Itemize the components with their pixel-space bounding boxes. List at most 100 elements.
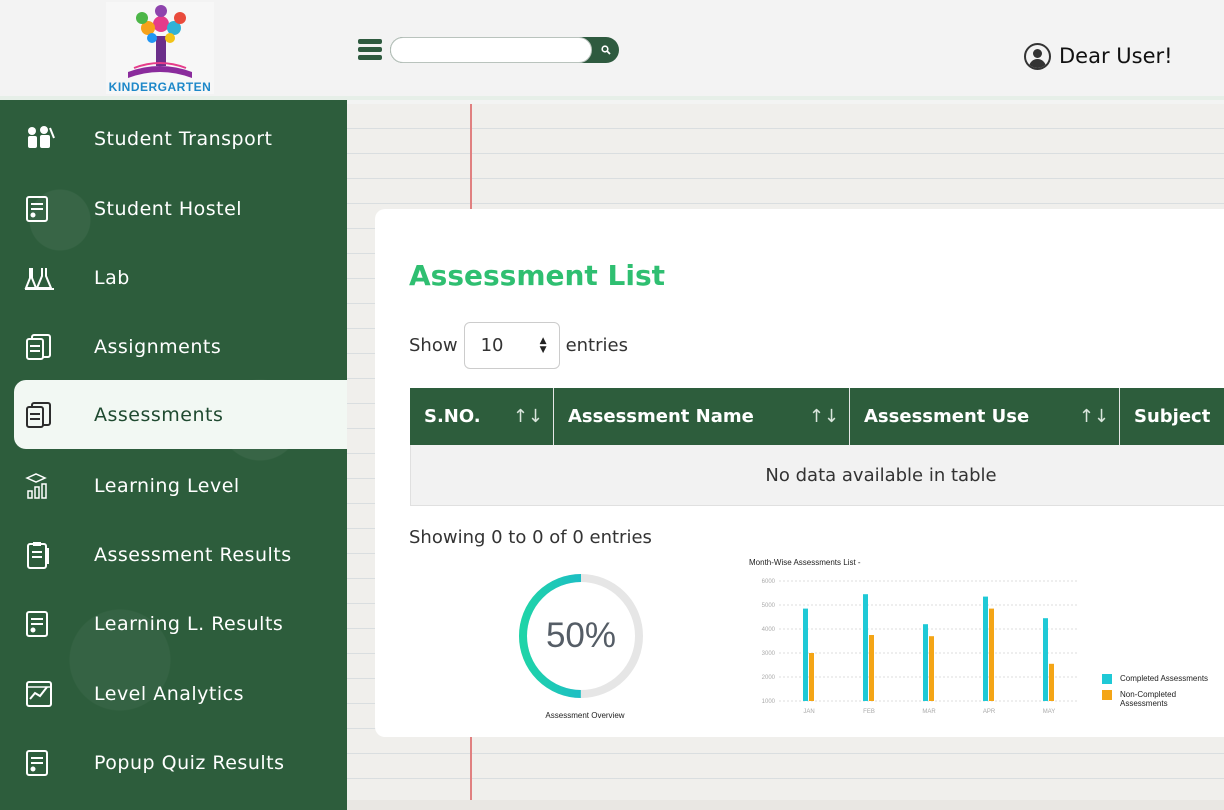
donut-value: 50%	[545, 616, 617, 655]
kindergarten-logo[interactable]: KINDERGARTEN	[106, 2, 214, 94]
table-info: Showing 0 to 0 of 0 entries	[409, 527, 652, 548]
bus-children-icon	[24, 123, 74, 155]
assignment-pages-icon	[24, 331, 74, 363]
flask-icon	[24, 262, 74, 294]
chart-legend: Completed Assessments Non-Completed Asse…	[1102, 674, 1222, 714]
bar-non-completed[interactable]	[869, 635, 874, 701]
assessment-card: Assessment List Show 10 ▲ ▼ entries S.NO.…	[375, 209, 1224, 737]
bar-completed[interactable]	[1043, 618, 1048, 701]
sidebar-item-label: Lab	[94, 266, 130, 289]
hostel-document-icon	[24, 193, 74, 225]
bottom-strip	[347, 800, 1224, 810]
legend-item-completed: Completed Assessments	[1102, 674, 1222, 684]
clipboard-results-icon	[24, 539, 74, 571]
logo-text: KINDERGARTEN	[108, 80, 212, 94]
entries-value: 10	[480, 334, 504, 356]
bar-completed[interactable]	[803, 608, 808, 701]
graduation-chart-icon	[24, 470, 74, 502]
y-tick-label: 1000	[762, 699, 776, 705]
x-tick-label: APR	[983, 709, 996, 715]
donut-caption: Assessment Overview	[545, 711, 625, 720]
sort-icon: ↑↓	[1078, 406, 1109, 427]
column-header-assessment-name[interactable]: Assessment Name ↑↓	[554, 388, 850, 445]
month-wise-bar-chart: 1000 2000 3000 4000 5000 6000 JAN FEB MAR APR MAY	[762, 579, 1079, 715]
bar-completed[interactable]	[863, 594, 868, 701]
tree-logo-icon	[128, 5, 192, 78]
analytics-chart-icon	[24, 678, 74, 710]
legend-label: Completed Assessments	[1120, 674, 1209, 683]
quiz-document-icon	[24, 747, 74, 779]
assessment-overview-donut: 50%	[516, 571, 646, 701]
legend-swatch	[1102, 690, 1112, 700]
sidebar-item-assessment-results[interactable]: Assessment Results	[14, 520, 347, 589]
table-header: S.NO. ↑↓ Assessment Name ↑↓ Assessment U…	[410, 388, 1224, 445]
y-tick-label: 4000	[762, 627, 776, 633]
column-label: Assessment Use	[864, 406, 1030, 427]
assessment-table: S.NO. ↑↓ Assessment Name ↑↓ Assessment U…	[410, 388, 1224, 506]
show-label: Show	[409, 334, 458, 356]
column-label: Subject	[1134, 406, 1211, 427]
bar-non-completed[interactable]	[809, 653, 814, 701]
sidebar-item-lab[interactable]: Lab	[14, 243, 347, 312]
chart-title: Month-Wise Assessments List -	[749, 558, 861, 567]
entries-control: Show 10 ▲ ▼ entries	[409, 321, 628, 369]
search-input[interactable]	[390, 37, 592, 63]
hamburger-icon[interactable]	[358, 39, 382, 61]
search-bar	[390, 37, 619, 63]
legend-swatch	[1102, 674, 1112, 684]
user-circle-icon	[1024, 42, 1051, 70]
column-header-subject[interactable]: Subject	[1120, 388, 1224, 445]
sidebar-item-label: Assessments	[94, 403, 224, 426]
sidebar-item-label: Assessment Results	[94, 543, 292, 566]
table-empty-row: No data available in table	[410, 445, 1224, 506]
user-name: Dear User!	[1059, 44, 1173, 68]
y-tick-label: 3000	[762, 651, 776, 657]
sidebar-item-assessments[interactable]: Assessments	[14, 380, 347, 449]
sidebar-item-student-hostel[interactable]: Student Hostel	[14, 174, 347, 243]
bar-completed[interactable]	[983, 596, 988, 701]
bar-completed[interactable]	[923, 624, 928, 701]
sidebar-item-label: Learning L. Results	[94, 612, 284, 635]
legend-label: Non-Completed Assessments	[1120, 690, 1177, 708]
y-tick-label: 2000	[762, 675, 776, 681]
column-header-sno[interactable]: S.NO. ↑↓	[410, 388, 554, 445]
entries-select[interactable]: 10 ▲ ▼	[463, 321, 560, 369]
top-bar: KINDERGARTEN Dear User!	[0, 0, 1224, 100]
sidebar-item-label: Learning Level	[94, 474, 240, 497]
bar-non-completed[interactable]	[929, 636, 934, 701]
sidebar-item-label: Student Hostel	[94, 197, 243, 220]
sidebar-item-label: Level Analytics	[94, 682, 244, 705]
y-tick-label: 6000	[762, 579, 776, 585]
x-tick-label: MAY	[1043, 709, 1056, 715]
sidebar-item-label: Student Transport	[94, 127, 273, 150]
sidebar-item-assignments[interactable]: Assignments	[14, 312, 347, 381]
sort-icon: ↑↓	[512, 406, 543, 427]
sidebar-item-learning-level[interactable]: Learning Level	[14, 451, 347, 520]
sidebar-item-popup-quiz-results[interactable]: Popup Quiz Results	[14, 728, 347, 797]
search-icon	[600, 45, 611, 55]
bar-non-completed[interactable]	[1049, 663, 1054, 701]
entries-label: entries	[565, 334, 628, 356]
sidebar-item-level-analytics[interactable]: Level Analytics	[14, 659, 347, 728]
sort-icon: ↑↓	[808, 406, 839, 427]
x-tick-label: JAN	[803, 709, 814, 715]
sidebar-item-label: Popup Quiz Results	[94, 751, 285, 774]
sidebar-item-learning-l-results[interactable]: Learning L. Results	[14, 589, 347, 658]
x-tick-label: MAR	[922, 709, 936, 715]
results-document-icon	[24, 608, 74, 640]
column-label: S.NO.	[424, 406, 481, 427]
sidebar-item-label: Assignments	[94, 335, 222, 358]
sidebar-item-student-transport[interactable]: Student Transport	[14, 104, 347, 173]
empty-message: No data available in table	[765, 464, 997, 486]
bar-non-completed[interactable]	[989, 608, 994, 701]
y-tick-label: 5000	[762, 603, 776, 609]
search-button[interactable]	[592, 37, 619, 63]
user-menu[interactable]: Dear User!	[1024, 40, 1173, 72]
page-title: Assessment List	[409, 259, 666, 292]
legend-item-non-completed: Non-Completed Assessments	[1102, 690, 1222, 708]
sidebar: Student Transport Student Hostel Lab Ass…	[0, 100, 347, 810]
x-tick-label: FEB	[863, 709, 875, 715]
select-arrows-icon: ▲ ▼	[539, 335, 547, 355]
column-header-assessment-use[interactable]: Assessment Use ↑↓	[850, 388, 1120, 445]
column-label: Assessment Name	[568, 406, 754, 427]
